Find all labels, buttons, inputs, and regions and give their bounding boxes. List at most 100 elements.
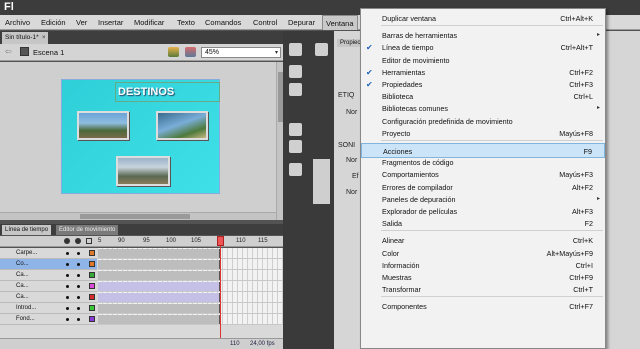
layer-row[interactable]: Carpe... <box>0 248 97 259</box>
frame-track[interactable] <box>98 281 283 292</box>
lock-dot[interactable] <box>77 296 80 299</box>
menu-item[interactable]: Salida F2 <box>361 216 605 231</box>
banner-title[interactable]: DESTINOS <box>115 82 220 102</box>
frame-span[interactable] <box>98 293 220 302</box>
frame-number: 95 <box>143 238 150 244</box>
outline-icon[interactable] <box>86 238 92 244</box>
menu-archivo[interactable]: Archivo <box>2 15 33 30</box>
layer-color-swatch[interactable] <box>89 283 95 289</box>
frame-span[interactable] <box>98 260 220 269</box>
lock-dot[interactable] <box>77 274 80 277</box>
menu-comandos[interactable]: Comandos <box>202 15 244 30</box>
layer-color-swatch[interactable] <box>89 250 95 256</box>
scene-icon <box>20 47 29 56</box>
window-menu-dropdown: Duplicar ventana Ctrl+Alt+K Barras de herr… <box>360 8 606 349</box>
lock-dot[interactable] <box>77 307 80 310</box>
menu-item[interactable]: Transformar Ctrl+T <box>361 282 605 297</box>
visible-dot[interactable] <box>66 252 69 255</box>
frame-track[interactable] <box>98 314 283 325</box>
tab-motion-editor[interactable]: Editor de movimiento <box>56 225 119 235</box>
edit-scene-icon[interactable] <box>185 47 196 57</box>
layer-name: Ca... <box>16 283 29 289</box>
lock-icon[interactable] <box>75 238 81 244</box>
frame-span[interactable] <box>98 249 220 258</box>
close-icon[interactable]: × <box>42 32 46 44</box>
frame-rate[interactable]: 24,00 fps <box>250 341 275 347</box>
scroll-thumb[interactable] <box>80 214 190 219</box>
lock-dot[interactable] <box>77 263 80 266</box>
menu-texto[interactable]: Texto <box>174 15 198 30</box>
visible-dot[interactable] <box>66 318 69 321</box>
layer-row[interactable]: Ca... <box>0 281 97 292</box>
layer-color-swatch[interactable] <box>89 294 95 300</box>
menu-item[interactable]: Componentes Ctrl+F7 <box>361 299 605 314</box>
motion-presets-icon[interactable] <box>289 140 302 153</box>
playhead-handle[interactable] <box>217 236 224 246</box>
zoom-select[interactable]: 45% ▾ <box>201 47 281 58</box>
layer-row[interactable]: Ca... <box>0 270 97 281</box>
frame-track[interactable] <box>98 270 283 281</box>
layer-color-swatch[interactable] <box>89 316 95 322</box>
horizontal-scrollbar[interactable] <box>0 212 276 220</box>
frame-span[interactable] <box>98 304 220 313</box>
document-tab[interactable]: Sin título-1* × <box>2 32 48 44</box>
frame-span[interactable] <box>98 271 220 280</box>
menu-depurar[interactable]: Depurar <box>285 15 318 30</box>
layer-row[interactable]: Co... <box>0 259 97 270</box>
tab-timeline[interactable]: Línea de tiempo <box>2 225 52 235</box>
menu-modificar[interactable]: Modificar <box>131 15 167 30</box>
back-arrow-icon[interactable]: ⇦ <box>5 47 12 56</box>
visible-dot[interactable] <box>66 296 69 299</box>
color-icon[interactable] <box>289 163 302 176</box>
eye-icon[interactable] <box>64 238 70 244</box>
menu-edicion[interactable]: Edición <box>38 15 69 30</box>
visible-dot[interactable] <box>66 307 69 310</box>
prop-label: Nor <box>346 157 358 164</box>
info-icon[interactable] <box>289 65 302 78</box>
layer-row[interactable]: Fond... <box>0 314 97 325</box>
menu-item-shortcut: Ctrl+F7 <box>569 302 593 312</box>
frame-track[interactable] <box>98 248 283 259</box>
tool-strip[interactable] <box>313 159 330 204</box>
layer-name: Ca... <box>16 272 29 278</box>
menu-insertar[interactable]: Insertar <box>95 15 126 30</box>
visible-dot[interactable] <box>66 263 69 266</box>
menu-ver[interactable]: Ver <box>73 15 90 30</box>
menu-ventana[interactable]: Ventana <box>322 15 358 30</box>
prop-label: Nor <box>346 109 358 116</box>
visible-dot[interactable] <box>66 274 69 277</box>
frame-span[interactable] <box>98 315 220 324</box>
panel-icons-column <box>283 31 310 349</box>
menu-item[interactable]: Duplicar ventana Ctrl+Alt+K <box>361 11 605 26</box>
frame-track[interactable] <box>98 259 283 270</box>
section-label[interactable]: SONI <box>338 142 355 149</box>
layer-row[interactable]: Ca... <box>0 292 97 303</box>
transform-icon[interactable] <box>289 83 302 96</box>
landscape-photo-3[interactable] <box>116 156 170 186</box>
components-icon[interactable] <box>289 123 302 136</box>
landscape-photo-1[interactable] <box>77 111 129 140</box>
layer-color-swatch[interactable] <box>89 305 95 311</box>
layer-row[interactable]: Introd... <box>0 303 97 314</box>
menu-item[interactable]: Proyecto Mayús+F8 <box>361 126 605 141</box>
layer-color-swatch[interactable] <box>89 272 95 278</box>
frame-track[interactable] <box>98 303 283 314</box>
menu-control[interactable]: Control <box>250 15 280 30</box>
landscape-photo-2[interactable] <box>156 111 208 140</box>
visible-dot[interactable] <box>66 285 69 288</box>
lock-dot[interactable] <box>77 318 80 321</box>
layer-color-swatch[interactable] <box>89 261 95 267</box>
lock-dot[interactable] <box>77 252 80 255</box>
timeline-body[interactable]: Carpe... Co... Ca... Ca... Ca... Introd.… <box>0 248 283 338</box>
frame-track[interactable] <box>98 292 283 303</box>
menu-item-shortcut: Ctrl+Alt+K <box>560 14 593 23</box>
frame-span[interactable] <box>98 282 220 291</box>
section-label[interactable]: ETIQ <box>338 92 354 99</box>
library-icon[interactable] <box>315 43 328 56</box>
vertical-scrollbar[interactable] <box>276 62 283 220</box>
edit-symbols-icon[interactable] <box>168 47 179 57</box>
lock-dot[interactable] <box>77 285 80 288</box>
layer-name: Co... <box>16 261 29 267</box>
playhead-line[interactable] <box>220 236 221 338</box>
panel-icon[interactable] <box>289 43 302 56</box>
